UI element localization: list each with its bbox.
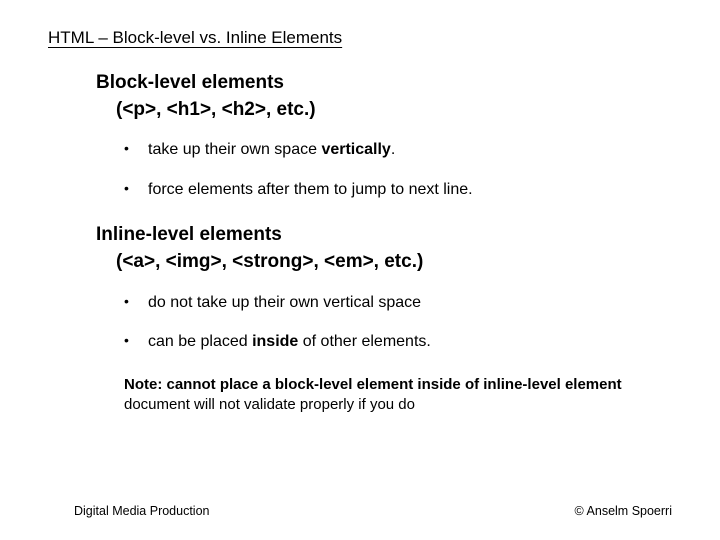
bullet-post: . [391,141,395,158]
bullet-bold: inside [252,333,298,350]
block-heading-line1: Block-level elements [96,72,284,93]
inline-bullets: do not take up their own vertical space … [96,292,672,353]
note: Note: cannot place a block-level element… [96,375,672,416]
footer-left: Digital Media Production [74,504,210,518]
bullet-text: force elements after them to jump to nex… [148,181,473,198]
note-body: cannot place a block-level element insid… [167,376,622,393]
bullet-post: of other elements. [298,333,431,350]
footer-right: © Anselm Spoerri [575,504,672,518]
block-heading-line2: (<p>, <h1>, <h2>, etc.) [96,97,672,124]
list-item: do not take up their own vertical space [124,292,672,314]
bullet-text: can be placed [148,333,252,350]
list-item: take up their own space vertically. [124,139,672,161]
list-item: can be placed inside of other elements. [124,331,672,353]
note-sub: document will not validate properly if y… [124,396,415,413]
note-prefix: Note: [124,376,167,393]
inline-heading-line2: (<a>, <img>, <strong>, <em>, etc.) [96,249,672,276]
bullet-text: do not take up their own vertical space [148,294,421,311]
note-main: Note: cannot place a block-level element… [124,376,622,393]
inline-heading-line1: Inline-level elements [96,224,282,245]
slide-content: Block-level elements (<p>, <h1>, <h2>, e… [48,70,672,415]
block-heading: Block-level elements (<p>, <h1>, <h2>, e… [96,70,672,123]
block-bullets: take up their own space vertically. forc… [96,139,672,200]
inline-heading: Inline-level elements (<a>, <img>, <stro… [96,222,672,275]
bullet-bold: vertically [321,141,390,158]
slide-title: HTML – Block-level vs. Inline Elements [48,28,672,48]
list-item: force elements after them to jump to nex… [124,179,672,201]
bullet-text: take up their own space [148,141,321,158]
footer: Digital Media Production © Anselm Spoerr… [0,504,720,518]
